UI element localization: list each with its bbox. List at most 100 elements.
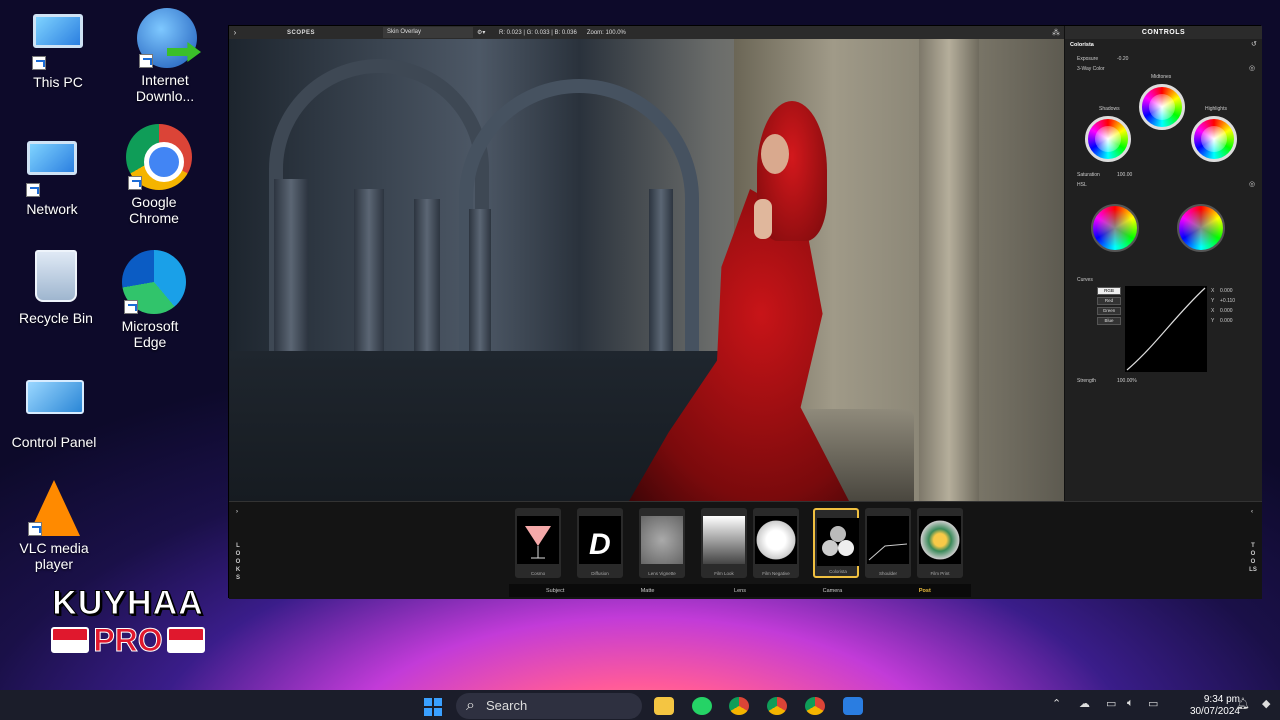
film-reel-icon (755, 516, 797, 564)
reset-icon[interactable]: ◎ (1249, 64, 1255, 72)
expand-scopes-chevron-icon[interactable]: › (229, 28, 241, 37)
desktop-icon-label: Microsoft Edge (121, 318, 179, 350)
cloud-icon[interactable]: ☁ (1079, 697, 1090, 710)
controls-panel: CONTROLS Colorista ↺ Exposure -0.20 3-Wa… (1064, 26, 1262, 501)
hsl-saturation-wheel[interactable] (1177, 204, 1225, 252)
desktop-icon-network[interactable]: Network (2, 135, 102, 217)
look-film-look[interactable]: Film Look (701, 508, 747, 578)
chevron-up-icon[interactable]: ⌃ (1052, 697, 1061, 710)
desktop-icon-idm[interactable]: Internet Downlo... (115, 8, 215, 104)
taskbar-search[interactable]: Search (456, 693, 642, 719)
desktop-icon-recycle-bin[interactable]: Recycle Bin (6, 250, 106, 326)
look-colorista[interactable]: Colorista (813, 508, 859, 578)
praying-hands (754, 199, 772, 239)
curve-key: Y (1211, 298, 1215, 304)
hsl-label[interactable]: HSL (1077, 182, 1087, 188)
looks-tab-label[interactable]: LOOKS (234, 542, 242, 582)
look-film-negative[interactable]: Film Negative (753, 508, 799, 578)
category-post[interactable]: Post (879, 588, 971, 594)
chrome-profile-icon[interactable] (805, 697, 825, 715)
scopes-label[interactable]: SCOPES (241, 30, 361, 36)
flag-icon (51, 627, 90, 653)
clock-time: 9:34 pm (1203, 694, 1240, 705)
look-label: Shoulder (878, 571, 897, 576)
desktop-icon-control-panel[interactable]: Control Panel (4, 370, 104, 450)
curves-label[interactable]: Curves (1077, 277, 1093, 283)
desktop-icon-chrome[interactable]: Google Chrome (104, 124, 204, 226)
look-diffusion[interactable]: D Diffusion (577, 508, 623, 578)
notification-bell-icon[interactable]: 🔔︎ (1236, 697, 1250, 710)
copilot-icon[interactable]: ◆ (1262, 697, 1270, 710)
security-shield-icon[interactable] (843, 697, 863, 715)
desktop-icon-this-pc[interactable]: This PC (8, 8, 108, 90)
clock-date: 30/07/2024 (1189, 706, 1240, 717)
category-subject[interactable]: Subject (509, 588, 601, 594)
hsl-hue-wheel[interactable] (1091, 204, 1139, 252)
exposure-value[interactable]: -0.20 (1117, 56, 1128, 62)
category-camera[interactable]: Camera (786, 588, 878, 594)
network-icon (24, 141, 80, 197)
brand-pro: PRO (93, 622, 163, 658)
desktop-icon-label: Network (26, 201, 78, 217)
file-explorer-icon[interactable] (654, 697, 674, 715)
chrome-profile-icon[interactable] (767, 697, 787, 715)
shadows-label: Shadows (1099, 106, 1120, 112)
reset-icon[interactable]: ↺ (1251, 40, 1257, 48)
category-lens[interactable]: Lens (694, 588, 786, 594)
channel-green[interactable]: Green (1097, 307, 1121, 315)
channel-blue[interactable]: Blue (1097, 317, 1121, 325)
desktop-icon-label: Recycle Bin (19, 310, 93, 326)
display-icon[interactable]: ▭ (1106, 697, 1116, 710)
category-matte[interactable]: Matte (601, 588, 693, 594)
diffusion-d-icon: D (579, 516, 621, 564)
midtones-label: Midtones (1151, 74, 1172, 80)
look-film-print[interactable]: Film Print (917, 508, 963, 578)
face (761, 134, 789, 174)
looks-tools-bar: › LOOKS ‹ TOOLS Cosmo D Diffusion Lens V… (229, 501, 1262, 599)
desktop-icon-vlc[interactable]: VLC media player (4, 480, 104, 572)
shoulder-curve-icon (867, 516, 909, 564)
look-lens-vignette[interactable]: Lens Vignette (639, 508, 685, 578)
image-viewer[interactable] (229, 39, 1064, 501)
curves-graph[interactable] (1125, 286, 1207, 372)
internet-download-manager-icon (137, 8, 197, 68)
battery-icon[interactable]: ▭ (1148, 697, 1158, 710)
threeway-label[interactable]: 3-Way Color (1077, 66, 1105, 72)
desktop-icon-label: Google Chrome (129, 194, 179, 226)
whatsapp-icon[interactable] (692, 697, 712, 715)
windows-start-icon[interactable] (424, 698, 442, 716)
saturation-value[interactable]: 100.00 (1117, 172, 1132, 178)
volume-icon[interactable]: 🔈︎ (1127, 697, 1134, 710)
exposure-label: Exposure (1077, 56, 1099, 62)
curve-value[interactable]: 0.000 (1220, 288, 1233, 294)
taskbar-clock[interactable]: 9:34 pm 30/07/2024 (1168, 694, 1240, 718)
tools-tab-label[interactable]: TOOLS (1249, 542, 1257, 574)
gear-icon[interactable]: ⚙▾ (477, 29, 493, 36)
channel-rgb[interactable]: RGB (1097, 287, 1121, 295)
kuyhaa-pro-logo: KUYHAA PRO (50, 585, 206, 658)
skin-overlay-dropdown[interactable]: Skin Overlay (383, 27, 473, 38)
desktop-icon-edge[interactable]: Microsoft Edge (100, 250, 200, 350)
vignette-icon (641, 516, 683, 564)
expand-left-chevron-icon[interactable]: › (233, 508, 241, 516)
reset-icon[interactable]: ◎ (1249, 180, 1255, 188)
taskbar: Search ⌃ ☁ ▭ 🔈︎ ▭ 9:34 pm 30/07/2024 🔔︎ … (0, 690, 1280, 720)
look-label: Colorista (829, 569, 847, 574)
magic-bullet-looks-window: › SCOPES Skin Overlay ⚙▾ R: 0.023 | G: 0… (228, 25, 1262, 599)
shadows-wheel[interactable] (1085, 116, 1131, 162)
channel-red[interactable]: Red (1097, 297, 1121, 305)
expand-right-chevron-icon[interactable]: ‹ (1248, 508, 1256, 516)
color-scopes-icon[interactable]: ⁂ (1052, 28, 1060, 37)
curve-value[interactable]: 0.000 (1220, 318, 1233, 324)
vlc-cone-icon (26, 480, 82, 536)
look-cosmo[interactable]: Cosmo (515, 508, 561, 578)
curve-value[interactable]: +0.110 (1220, 298, 1235, 304)
chrome-icon[interactable] (729, 697, 749, 715)
desktop-icon-label: Control Panel (11, 434, 97, 450)
curve-value[interactable]: 0.000 (1220, 308, 1233, 314)
curve-key: X (1211, 308, 1215, 314)
highlights-wheel[interactable] (1191, 116, 1237, 162)
strength-value[interactable]: 100.00% (1117, 378, 1137, 384)
midtones-wheel[interactable] (1139, 84, 1185, 130)
look-shoulder[interactable]: Shoulder (865, 508, 911, 578)
